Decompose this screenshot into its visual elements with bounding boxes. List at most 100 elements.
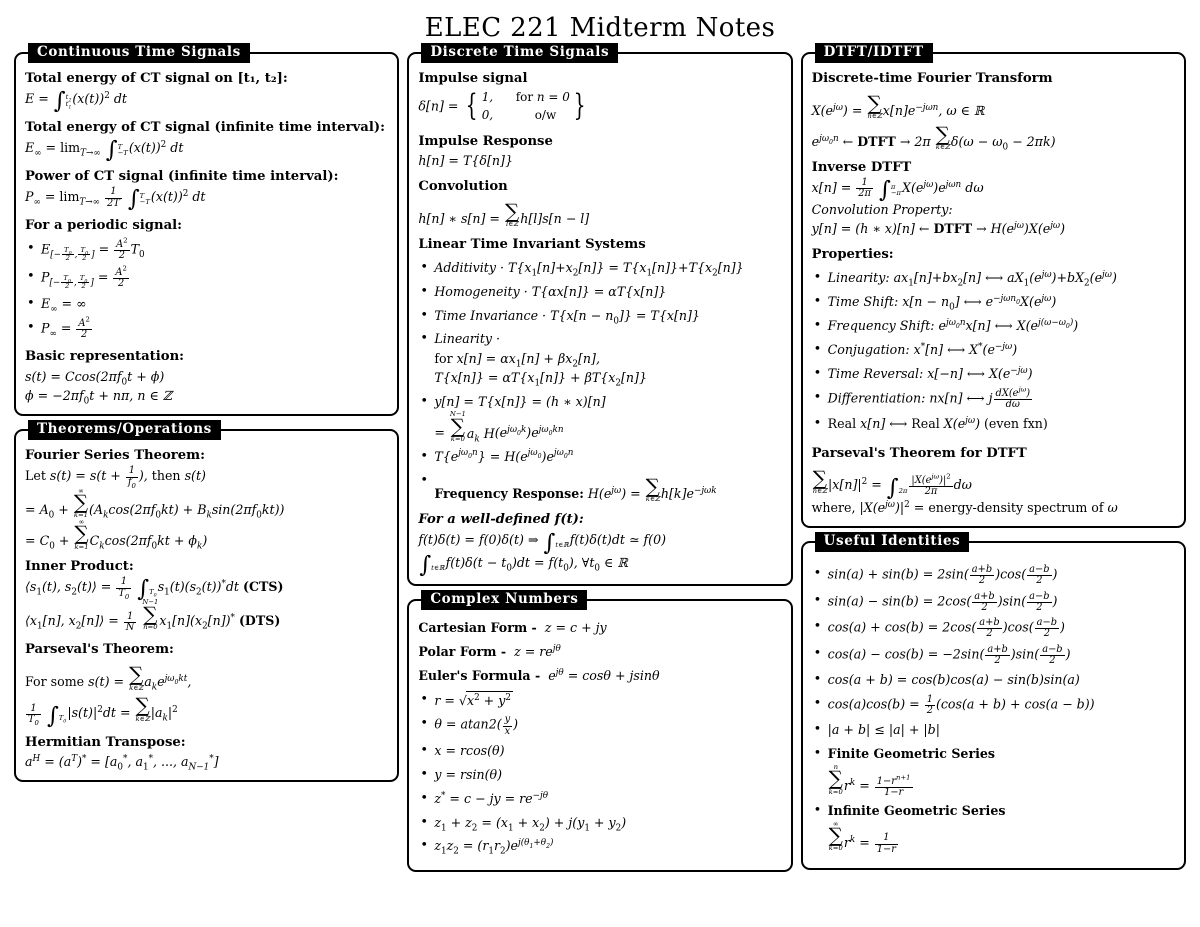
list-item: cos(a)cos(b) = 12(cos(a + b) + cos(a − b… [812,694,1175,716]
equation-basic-2: ϕ = −2πf0t + nπ, n ∈ ℤ [25,388,172,407]
list-item: Additivity · T{x1[n]+x2[n]} = T{x1[n]}+T… [418,258,781,278]
block-basic-representation: Basic representation: s(t) = Ccos(2πf0t … [25,349,388,407]
equation-power-infinite: P∞ = limT→∞ 1 2T ∫ T −T (x(t))2 dt [25,186,206,213]
list-item: Frequency Shift: ejω0nx[n] ⟷ X(ej(ω−ω0)) [812,316,1175,336]
equation-inverse-dtft: x[n] = 1 2π ∫ π −π X(ejω)ejωn dω [811,177,984,204]
equation-fourier-1: Let s(t) = s(t + 1 f0), then s(t) [25,465,206,490]
heading-inner-product: Inner Product: [25,559,134,575]
list-item: sin(a) + sin(b) = 2sin(a+b2)cos(a−b2) [812,564,1175,586]
box-title-discrete-time-signals: Discrete Time Signals [421,43,619,64]
equation-inner-cts: ⟨s1(t), s2(t)⟩ = 1 T0 ∫ T0 s1(t)(s2(t))*dt… [25,576,284,603]
heading-parseval-dtft: Parseval's Theorem for DTFT [811,445,1027,461]
box-title-complex-numbers: Complex Numbers [421,590,588,611]
equation-polar-form: Polar Form - z = rejθ [418,644,561,660]
list-item: Differentiation: nx[n] ⟷ jdX(ejω)dω [812,386,1175,410]
heading-parseval-theorem: Parseval's Theorem: [25,642,174,658]
block-inverse-dtft: Inverse DTFT x[n] = 1 2π ∫ π −π X(ejω)ejωn d… [812,160,1175,238]
equation-total-energy-infinite: E∞ = limT→∞ ∫ T −T (x(t))2 dt [25,137,184,164]
list-item: Linearity: ax1[n]+bx2[n] ⟷ aX1(ejω)+bX2(… [812,268,1175,288]
list-item: z* = c − jy = re−jθ [418,789,781,809]
list-item: Time Reversal: x[−n] ⟷ X(e−jω) [812,364,1175,384]
heading-dtft-properties: Properties: [811,247,894,263]
equation-hermitian: aH = (aT)* = [a0*, a1*, ..., aN−1*] [25,754,219,773]
list-dtft-properties: Linearity: ax1[n]+bx2[n] ⟷ aX1(ejω)+bX2(… [812,268,1175,434]
equation-well-defined-1: f(t)δ(t) = f(0)δ(t) ⇒ ∫ t∈ℝ f(t)δ(t)dt ≃ … [418,529,667,556]
box-title-continuous-time-signals: Continuous Time Signals [28,43,250,64]
heading-hermitian-transpose: Hermitian Transpose: [25,734,186,750]
heading-lti-systems: Linear Time Invariant Systems [418,237,646,253]
list-item: Conjugation: x*[n] ⟷ X*(e−jω) [812,340,1175,360]
list-item: Real x[n] ⟷ Real X(ejω) (even fxn) [812,414,1175,434]
equation-linearity-2: T{x[n]} = αT{x1[n]} + βT{x2[n]} [434,370,647,389]
column-right: DTFT/IDTFT Discrete-time Fourier Transfo… [800,43,1186,870]
heading-convolution: Convolution [418,179,508,195]
equation-parseval-dtft-note: where, |X(ejω)|2 = energy-density spectr… [811,499,1118,516]
list-item: Finite Geometric Series n∑k=0rk = 1−rn+1… [812,744,1175,798]
notes-columns: Continuous Time Signals Total energy of … [0,43,1200,873]
list-periodic-properties: E[−T02,T02] = A22T0 P[−T02,T02] = A22 E∞… [25,237,388,340]
list-item: E∞ = ∞ [25,294,388,314]
heading-total-energy: Total energy of CT signal on [t₁, t₂]: [25,71,288,86]
equation-convolution: h[n] ∗ s[n] = ∑ l∈ℤ h[l]s[n − l] [418,200,590,229]
list-item: |a + b| ≤ |a| + |b| [812,720,1175,740]
list-item: Homogeneity · T{αx[n]} = αT{x[n]} [418,282,781,302]
block-lti-systems: Linear Time Invariant Systems Additivity… [418,237,781,503]
list-item: Time Shift: x[n − n0] ⟷ e−jωn0X(ejω) [812,292,1175,312]
list-item: x = rcos(θ) [418,741,781,761]
heading-finite-geometric-series: Finite Geometric Series [827,746,995,762]
label-cartesian-form: Cartesian Form - [418,620,537,636]
block-inner-product: Inner Product: ⟨s1(t), s2(t)⟩ = 1 T0 ∫ T0… [25,559,388,633]
block-dtft-properties: Properties: Linearity: ax1[n]+bx2[n] ⟷ a… [812,247,1175,433]
heading-well-defined: For a well-defined f(t): [418,512,584,528]
box-continuous-time-signals: Continuous Time Signals Total energy of … [14,43,400,417]
equation-parseval-2: 1 T0 ∫ T0 |s(t)|2dt = ∑ k∈ℤ |ak|2 [26,694,178,729]
column-left: Continuous Time Signals Total energy of … [14,43,400,783]
heading-inverse-dtft: Inverse DTFT [811,160,912,175]
list-item: Frequency Response: H(ejω) = ∑k∈ℤh[k]e−j… [418,471,781,504]
equation-cartesian-form: Cartesian Form - z = c + jy [418,620,607,636]
equation-fourier-3: = C0 + ∞ ∑ k=1 Ckcos(2πf0kt + ϕk) [25,518,208,552]
equation-y-expansion: = N−1 ∑ k=0 ak H(ejω0k)ejω0kn [434,410,564,445]
list-item: z1z2 = (r1r2)ej(θ1+θ2) [418,836,781,856]
block-dtft: Discrete-time Fourier Transform X(ejω) =… [811,71,1175,153]
heading-infinite-geometric-series: Infinite Geometric Series [827,803,1006,819]
block-periodic-signal: For a periodic signal: E[−T02,T02] = A22… [25,218,388,340]
block-total-energy-infinite: Total energy of CT signal (infinite time… [25,120,388,164]
list-lti-properties: Additivity · T{x1[n]+x2[n]} = T{x1[n]}+T… [418,258,781,504]
box-body-continuous-time-signals: Total energy of CT signal on [t₁, t₂]: E… [25,69,388,407]
heading-total-energy-infinite: Total energy of CT signal (infinite time… [25,120,385,136]
equation-parseval-dtft: ∑ n∈ℤ |x[n]|2 = ∫ 2π |X(ejω)|2 2π dω [812,466,972,501]
list-item: y = rsin(θ) [418,765,781,785]
heading-power-infinite: Power of CT signal (infinite time interv… [25,169,339,185]
list-item: Time Invariance · T{x[n − n0]} = T{x[n]} [418,306,781,326]
box-title-theorems-operations: Theorems/Operations [28,420,221,441]
block-impulse-response: Impulse Response h[n] = T{δ[n]} [418,134,781,171]
equation-dtft-1: X(ejω) = ∑ n∈ℤ x[n]e−jωn, ω ∈ ℝ [811,91,985,121]
heading-periodic-signal: For a periodic signal: [25,218,182,234]
list-item: Linearity · for x[n] = αx1[n] + βx2[n], … [418,329,781,389]
column-middle: Discrete Time Signals Impulse signal δ[n… [407,43,793,873]
list-item: θ = atan2(yx) [418,714,781,736]
equation-dtft-2: ejω0n ← DTFT → 2π ∑ k∈ℤ δ(ω − ω0 − 2πk) [811,123,1056,153]
equation-basic-1: s(t) = Ccos(2πf0t + ϕ) [25,368,165,388]
box-body-discrete-time-signals: Impulse signal δ[n] = {1, for n = 0 0, o/w… [418,69,781,576]
equation-total-energy: E = ∫ t2 t1 (x(t))2 dt [25,88,127,115]
box-theorems-operations: Theorems/Operations Fourier Series Theor… [14,420,400,783]
list-item: cos(a) − cos(b) = −2sin(a+b2)sin(a−b2) [812,643,1175,666]
equation-infinite-geometric-series: ∞ ∑ k=0 rk = 1 1−r [828,819,898,855]
box-useful-identities: Useful Identities sin(a) + sin(b) = 2sin… [800,532,1186,870]
heading-impulse-signal: Impulse signal [418,71,528,86]
box-body-useful-identities: sin(a) + sin(b) = 2sin(a+b2)cos(a−b2) si… [812,558,1175,855]
list-item: y[n] = T{x[n]} = (h ∗ x)[n] = N−1∑k=0ak … [418,392,781,445]
list-useful-identities: sin(a) + sin(b) = 2sin(a+b2)cos(a−b2) si… [812,564,1175,855]
box-dtft-idtft: DTFT/IDTFT Discrete-time Fourier Transfo… [800,43,1186,529]
block-parseval-dtft: Parseval's Theorem for DTFT ∑ n∈ℤ |x[n]|2 … [812,446,1175,517]
equation-euler-formula: Euler's Formula - ejθ = cosθ + jsinθ [418,668,660,684]
label-euler-formula: Euler's Formula - [418,668,541,684]
equation-finite-geometric-series: n ∑ k=0 rk = 1−rn+1 1−r [828,763,913,798]
equation-parseval-1: For some s(t) = ∑ k∈ℤ akejω0kt, [25,663,192,693]
block-total-energy: Total energy of CT signal on [t₁, t₂]: E… [25,71,388,115]
block-well-defined: For a well-defined f(t): f(t)δ(t) = f(0)… [418,512,781,576]
block-impulse-signal: Impulse signal δ[n] = {1, for n = 0 0, o/w… [418,71,781,125]
box-body-dtft-idtft: Discrete-time Fourier Transform X(ejω) =… [812,69,1175,517]
